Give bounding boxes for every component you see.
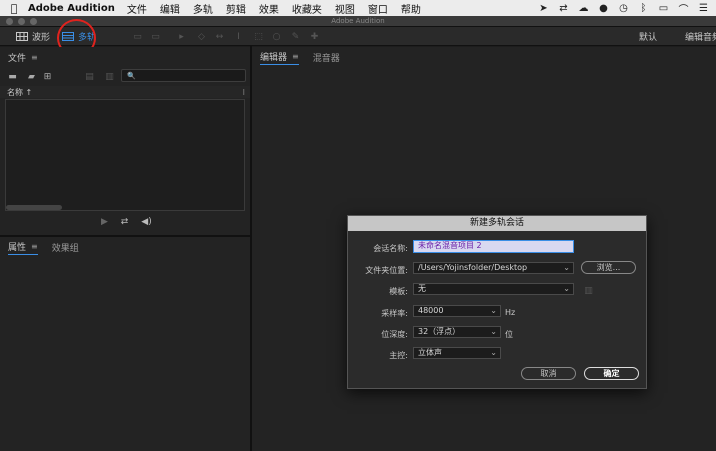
open-file-icon[interactable]: ▬	[7, 71, 18, 82]
column-options-icon[interactable]: ⁝	[242, 88, 245, 97]
dialog-title: 新建多轨会话	[348, 216, 646, 231]
files-column-header: 名称 ↑ ⁝	[0, 86, 250, 98]
bluetooth-icon[interactable]: ᛒ	[637, 3, 650, 14]
tab-effects-rack[interactable]: 效果组	[52, 241, 79, 254]
tab-editor[interactable]: 编辑器 ≡	[260, 50, 299, 65]
chevron-down-icon: ⌄	[490, 348, 497, 357]
wifi-icon[interactable]: ⌒	[677, 3, 690, 16]
master-label: 主控:	[389, 351, 408, 360]
browse-button[interactable]: 浏览...	[581, 261, 636, 274]
menu-effects[interactable]: 效果	[259, 1, 279, 16]
bit-depth-value: 32（浮点）	[418, 327, 461, 336]
master-dropdown[interactable]: 立体声 ⌄	[413, 347, 501, 359]
properties-menu-icon[interactable]: ≡	[31, 242, 38, 251]
folder-location-value: /Users/Yojinsfolder/Desktop	[418, 263, 528, 272]
tab-files[interactable]: 文件 ≡	[8, 51, 38, 64]
cursor-icon[interactable]: ➤	[537, 3, 550, 14]
folder-location-label: 文件夹位置:	[365, 266, 408, 275]
file-list-scrollbar[interactable]	[6, 205, 62, 210]
search-icon: 🔍	[127, 71, 136, 80]
tab-properties[interactable]: 属性 ≡	[8, 240, 38, 255]
trash-icon[interactable]: ▥	[104, 71, 115, 82]
master-value: 立体声	[418, 348, 442, 357]
chevron-down-icon: ⌄	[563, 284, 570, 293]
menu-multitrack[interactable]: 多轨	[193, 1, 213, 16]
slip-tool-icon[interactable]: ↔	[214, 31, 225, 42]
new-multitrack-session-dialog: 新建多轨会话 会话名称: 未命名混音项目 2 文件夹位置: /Users/Yoj…	[347, 215, 647, 389]
panel-menu-icon[interactable]: ≡	[31, 53, 38, 62]
menu-file[interactable]: 文件	[127, 1, 147, 16]
workspace-edit-audio[interactable]: 编辑音频	[682, 29, 716, 44]
battery-icon[interactable]: ▭	[657, 3, 670, 14]
ok-button[interactable]: 确定	[584, 367, 639, 380]
toolbar: 波形 多轨 ▭ ▭ ▸ ◇ ↔ I ⬚ ○ ✎ ✚ 默认 编辑音频	[0, 27, 716, 46]
menu-favorites[interactable]: 收藏夹	[292, 1, 322, 16]
session-name-label: 会话名称:	[373, 244, 408, 253]
loop-icon[interactable]: ⇄	[119, 216, 130, 227]
insert-into-multitrack-icon[interactable]: ▤	[84, 71, 95, 82]
tab-mixer[interactable]: 混音器	[313, 51, 340, 64]
sample-rate-label: 采样率:	[381, 309, 408, 318]
window-title: Adobe Audition	[331, 17, 385, 25]
template-value: 无	[418, 284, 426, 293]
waveform-icon	[16, 32, 28, 41]
session-name-input[interactable]: 未命名混音项目 2	[413, 240, 574, 253]
menu-clip[interactable]: 剪辑	[226, 1, 246, 16]
bit-depth-label: 位深度:	[381, 330, 408, 339]
editor-tab-label: 编辑器	[260, 53, 288, 63]
folder-location-dropdown[interactable]: /Users/Yojinsfolder/Desktop ⌄	[413, 262, 574, 274]
cancel-button[interactable]: 取消	[521, 367, 576, 380]
play-icon[interactable]: ▶	[99, 216, 110, 227]
brush-tool-icon[interactable]: ✎	[290, 31, 301, 42]
bit-depth-unit: 位	[505, 330, 513, 339]
creative-cloud-icon[interactable]: ☁	[577, 3, 590, 14]
pitch-display-icon[interactable]: ▭	[150, 31, 161, 42]
chevron-down-icon: ⌄	[490, 306, 497, 315]
time-machine-icon[interactable]: ◷	[617, 3, 630, 14]
app-menu[interactable]: Adobe Audition	[28, 3, 115, 14]
properties-tab-label: 属性	[8, 243, 27, 253]
import-file-icon[interactable]: ▰	[26, 71, 37, 82]
waveform-view-label: 波形	[32, 33, 51, 43]
files-tab-label: 文件	[8, 54, 27, 64]
new-file-icon[interactable]: ⊞	[42, 71, 53, 82]
chevron-down-icon: ⌄	[490, 327, 497, 336]
time-selection-tool-icon[interactable]: I	[233, 31, 244, 42]
menu-edit[interactable]: 编辑	[160, 1, 180, 16]
menu-help[interactable]: 帮助	[401, 1, 421, 16]
properties-panel: 属性 ≡ 效果组	[0, 237, 250, 451]
workspace-default[interactable]: 默认	[636, 29, 660, 44]
files-search-input[interactable]: 🔍	[121, 69, 246, 82]
marquee-tool-icon[interactable]: ⬚	[253, 31, 264, 42]
menu-window[interactable]: 窗口	[368, 1, 388, 16]
apple-menu-icon[interactable]: 	[0, 2, 28, 15]
chevron-down-icon: ⌄	[563, 263, 570, 272]
control-center-icon[interactable]: ☰	[697, 3, 710, 14]
menu-view[interactable]: 视图	[335, 1, 355, 16]
window-title-bar: Adobe Audition	[0, 16, 716, 27]
teamviewer-icon[interactable]: ⇄	[557, 3, 570, 14]
move-tool-icon[interactable]: ▸	[176, 31, 187, 42]
spot-healing-tool-icon[interactable]: ✚	[309, 31, 320, 42]
template-label: 模板:	[389, 287, 408, 296]
wechat-icon[interactable]: ●	[597, 3, 610, 14]
razor-tool-icon[interactable]: ◇	[196, 31, 207, 42]
template-dropdown[interactable]: 无 ⌄	[413, 283, 574, 295]
sample-rate-dropdown[interactable]: 48000 ⌄	[413, 305, 501, 317]
autoplay-speaker-icon[interactable]: ◀)	[139, 216, 154, 227]
menu-bar:  Adobe Audition 文件 编辑 多轨 剪辑 效果 收藏夹 视图 窗…	[0, 0, 716, 16]
bit-depth-dropdown[interactable]: 32（浮点） ⌄	[413, 326, 501, 338]
status-icons: ➤ ⇄ ☁ ● ◷ ᛒ ▭ ⌒ ☰	[537, 0, 710, 16]
spectral-display-icon[interactable]: ▭	[132, 31, 143, 42]
delete-template-icon[interactable]: ▥	[583, 285, 594, 296]
sample-rate-value: 48000	[418, 306, 444, 315]
waveform-view-button[interactable]: 波形	[13, 29, 53, 44]
editor-menu-icon[interactable]: ≡	[292, 52, 299, 61]
file-list[interactable]	[5, 99, 245, 211]
column-name-header[interactable]: 名称 ↑	[7, 87, 32, 98]
lasso-tool-icon[interactable]: ○	[271, 31, 282, 42]
sample-rate-unit: Hz	[505, 308, 516, 317]
